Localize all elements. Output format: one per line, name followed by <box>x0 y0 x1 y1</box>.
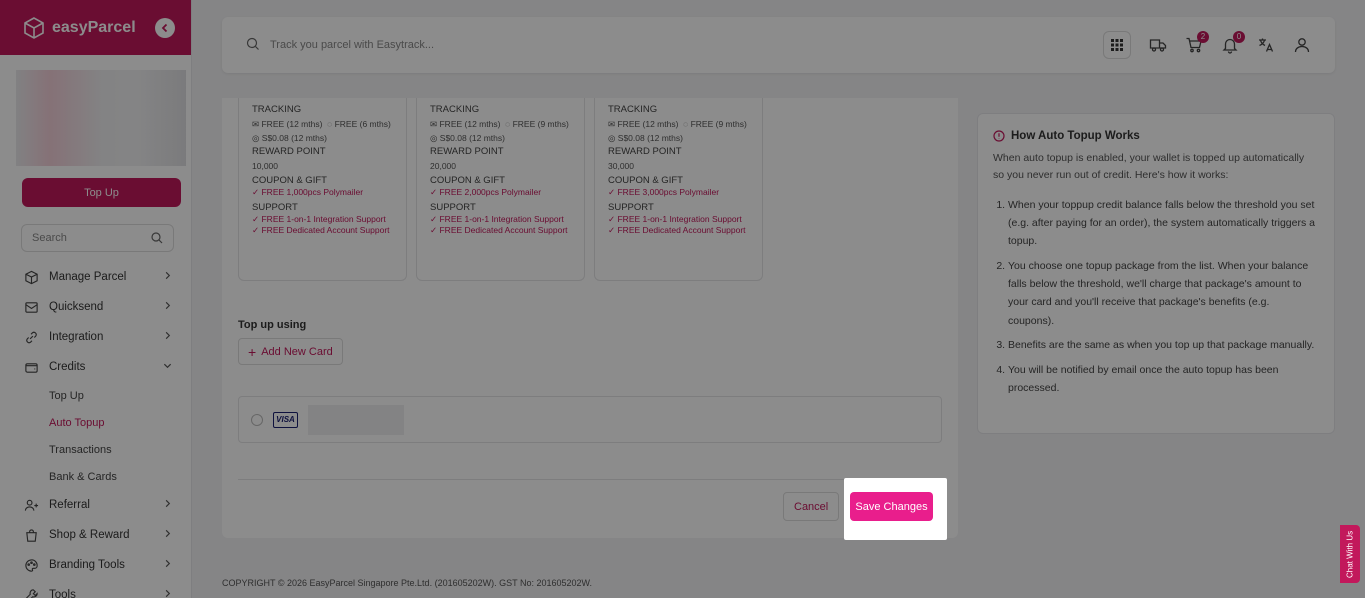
package-card-2[interactable]: TRACKING ✉ FREE (12 mths) ◌ FREE (9 mths… <box>416 98 585 281</box>
chevron-right-icon <box>165 301 171 310</box>
chat-icon: ◌ <box>327 118 335 129</box>
chat-icon: ◌ <box>505 118 513 129</box>
info-steps: When your toppup credit balance falls be… <box>993 196 1318 398</box>
add-new-card-button[interactable]: + Add New Card <box>238 338 343 365</box>
info-step: Benefits are the same as when you top up… <box>1008 336 1318 354</box>
auto-topup-form: TRACKING ✉ FREE (12 mths) ◌ FREE (6 mths… <box>222 98 958 538</box>
sidebar-subitem-bank-cards[interactable]: Bank & Cards <box>0 463 192 490</box>
sidebar-item-tools[interactable]: Tools <box>0 580 192 598</box>
wrench-icon <box>25 588 38 598</box>
visa-card-icon: VISA <box>273 411 298 428</box>
send-icon <box>25 301 38 313</box>
auto-topup-info-panel: How Auto Topup Works When auto topup is … <box>977 113 1335 434</box>
translate-icon <box>1259 38 1274 52</box>
brand-header: easyParcel <box>0 0 191 55</box>
whatsapp-icon: ◎ <box>608 132 618 143</box>
whatsapp-icon: ◎ <box>252 132 262 143</box>
grid-icon <box>1111 39 1123 51</box>
cart-button[interactable]: 2 <box>1185 31 1209 54</box>
info-title: How Auto Topup Works <box>1011 130 1140 142</box>
palette-icon <box>25 558 38 572</box>
topbar: Track you parcel with Easytrack... 2 0 <box>222 17 1335 73</box>
package-card-3[interactable]: TRACKING ✉ FREE (12 mths) ◌ FREE (9 mths… <box>594 98 763 281</box>
wallet-icon <box>25 362 38 373</box>
brand-name: easyParcel <box>52 18 136 36</box>
sidebar: easyParcel Top Up Search Manage Parcel Q… <box>0 0 192 598</box>
language-button[interactable] <box>1257 36 1275 54</box>
user-icon <box>1294 38 1310 53</box>
notification-badge: 0 <box>1233 31 1245 43</box>
apps-grid-button[interactable] <box>1103 31 1131 59</box>
bag-icon <box>26 528 37 542</box>
divider <box>238 479 942 480</box>
card-number-blurred <box>308 404 404 435</box>
sidebar-item-credits[interactable]: Credits <box>0 352 192 382</box>
info-description: When auto topup is enabled, your wallet … <box>993 152 1305 181</box>
saved-card-row[interactable]: VISA <box>238 396 942 443</box>
collapse-sidebar-button[interactable] <box>155 18 175 38</box>
plus-icon: + <box>248 343 257 360</box>
topup-using-label: Top up using <box>238 319 307 331</box>
sidebar-subitem-auto-topup[interactable]: Auto Topup <box>0 409 192 436</box>
whatsapp-icon: ◎ <box>430 132 440 143</box>
sidebar-search-placeholder: Search <box>32 232 67 244</box>
users-icon <box>24 499 39 511</box>
chevron-right-icon <box>165 271 171 280</box>
box-icon <box>25 270 38 284</box>
sidebar-item-integration[interactable]: Integration <box>0 322 192 352</box>
save-changes-button[interactable]: Save Changes <box>850 492 933 521</box>
cart-badge: 2 <box>1197 31 1209 43</box>
chevron-right-icon <box>165 331 171 340</box>
shipment-button[interactable] <box>1149 36 1167 54</box>
info-icon <box>993 130 1005 142</box>
link-icon <box>26 331 37 343</box>
topbar-icons: 2 0 <box>1103 31 1311 59</box>
info-step: You will be notified by email once the a… <box>1008 361 1318 398</box>
truck-icon <box>1149 39 1167 52</box>
chevron-left-icon <box>161 23 168 33</box>
cancel-button[interactable]: Cancel <box>783 492 840 521</box>
chevron-right-icon <box>165 529 171 538</box>
profile-button[interactable] <box>1293 36 1311 54</box>
search-icon <box>246 37 259 50</box>
sidebar-item-shop-reward[interactable]: Shop & Reward <box>0 520 192 550</box>
sidebar-topup-button[interactable]: Top Up <box>22 178 181 207</box>
chevron-right-icon <box>165 589 171 598</box>
sidebar-search-input[interactable]: Search <box>21 224 174 252</box>
card-radio[interactable] <box>251 413 263 426</box>
footer-copyright: COPYRIGHT © 2026 EasyParcel Singapore Pt… <box>222 578 592 588</box>
sidebar-item-referral[interactable]: Referral <box>0 490 192 520</box>
sidebar-subitem-top-up[interactable]: Top Up <box>0 382 192 409</box>
info-step: When your toppup credit balance falls be… <box>1008 196 1318 251</box>
chevron-right-icon <box>165 559 171 568</box>
track-parcel-search-input[interactable]: Track you parcel with Easytrack... <box>270 39 1103 51</box>
sidebar-nav: Manage Parcel Quicksend Integration Cred… <box>0 262 192 598</box>
info-step: You choose one topup package from the li… <box>1008 257 1318 331</box>
sidebar-item-quicksend[interactable]: Quicksend <box>0 292 192 322</box>
parcel-logo-icon <box>24 16 44 39</box>
search-icon <box>151 232 163 244</box>
package-card-1[interactable]: TRACKING ✉ FREE (12 mths) ◌ FREE (6 mths… <box>238 98 407 281</box>
sidebar-item-manage-parcel[interactable]: Manage Parcel <box>0 262 192 292</box>
account-info-blurred <box>16 70 186 166</box>
sidebar-subitem-transactions[interactable]: Transactions <box>0 436 192 463</box>
chat-with-us-button[interactable]: Chat With Us <box>1340 525 1360 583</box>
chat-icon: ◌ <box>683 118 691 129</box>
brand-logo[interactable]: easyParcel <box>22 16 136 40</box>
chevron-down-icon <box>163 363 172 369</box>
chevron-right-icon <box>165 499 171 508</box>
sidebar-item-branding-tools[interactable]: Branding Tools <box>0 550 192 580</box>
notifications-button[interactable]: 0 <box>1221 31 1245 54</box>
